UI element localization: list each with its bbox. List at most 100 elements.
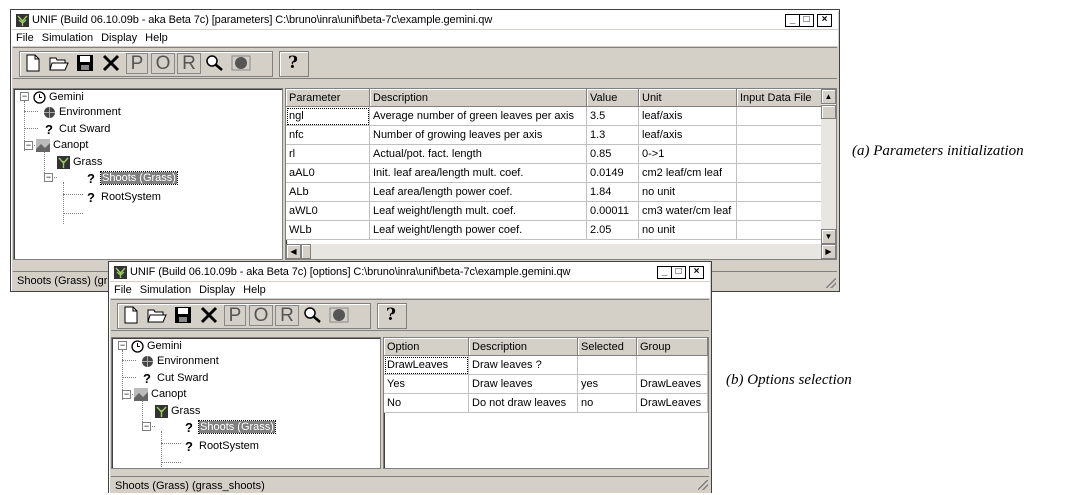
menu-display[interactable]: Display (97, 32, 141, 44)
scroll-left-icon[interactable]: ◀ (286, 244, 301, 259)
cell[interactable] (736, 182, 834, 202)
cell[interactable]: ngl (286, 106, 370, 126)
table-row[interactable]: aAL0 Init. leaf area/length mult. coef. 0.… (286, 163, 834, 183)
cell[interactable]: no unit (638, 182, 737, 202)
cell[interactable] (736, 201, 834, 221)
scroll-down-icon[interactable]: ▼ (821, 229, 836, 244)
table-row[interactable]: No Do not draw leaves no DrawLeaves (384, 393, 708, 413)
expander-grass[interactable]: − (142, 422, 151, 431)
delete-x-icon[interactable] (99, 52, 123, 74)
new-file-icon[interactable] (119, 304, 143, 326)
expander-canopt[interactable]: − (122, 390, 131, 399)
column-header-unit[interactable]: Unit (638, 89, 737, 107)
cell[interactable]: DrawLeaves (384, 355, 469, 375)
cell[interactable]: Draw leaves (468, 374, 578, 394)
tree-node-shoots[interactable]: ? Shoots (Grass) (182, 420, 276, 435)
title-bar[interactable]: UNIF (Build 06.10.09b - aka Beta 7c) [op… (110, 263, 710, 281)
tree-node-cut-sward[interactable]: ? Cut Sward (42, 122, 110, 137)
cell[interactable] (736, 106, 834, 126)
title-bar[interactable]: UNIF (Build 06.10.09b - aka Beta 7c) [pa… (12, 11, 838, 29)
delete-x-icon[interactable] (197, 304, 221, 326)
cell[interactable]: aAL0 (286, 163, 370, 183)
open-folder-icon[interactable] (145, 304, 169, 326)
results-mode-button[interactable]: R (275, 304, 299, 326)
cell[interactable]: yes (577, 374, 637, 394)
close-icon[interactable]: × (689, 265, 704, 279)
scroll-thumb-h[interactable] (301, 244, 311, 259)
cell[interactable]: cm2 leaf/cm leaf (638, 163, 737, 183)
parameters-mode-button[interactable]: P (223, 304, 247, 326)
table-row[interactable]: rl Actual/pot. fact. length 0.85 0->1 (286, 144, 834, 164)
tree-node-grass[interactable]: Grass (154, 404, 200, 418)
cell[interactable]: Actual/pot. fact. length (369, 144, 587, 164)
menu-simulation[interactable]: Simulation (136, 284, 195, 296)
tree-node-environment[interactable]: Environment (42, 105, 121, 119)
cell[interactable]: WLb (286, 220, 370, 240)
minimize-icon[interactable]: _ (657, 265, 672, 279)
cell[interactable] (577, 355, 637, 375)
cell[interactable]: Average number of green leaves per axis (369, 106, 587, 126)
menu-display[interactable]: Display (195, 284, 239, 296)
tree-node-gemini[interactable]: Gemini (32, 90, 84, 104)
cell[interactable] (736, 220, 834, 240)
options-mode-button[interactable]: O (150, 52, 176, 74)
resize-grip[interactable] (698, 480, 708, 490)
scroll-up-icon[interactable]: ▲ (821, 89, 836, 104)
tree-node-cut-sward[interactable]: ? Cut Sward (140, 371, 208, 386)
cell[interactable]: 0->1 (638, 144, 737, 164)
stop-record-icon[interactable] (327, 304, 351, 326)
menu-simulation[interactable]: Simulation (38, 32, 97, 44)
column-header-description[interactable]: Description (468, 338, 578, 356)
scroll-right-icon[interactable]: ▶ (821, 244, 836, 259)
cell[interactable]: no (577, 393, 637, 413)
column-header-option[interactable]: Option (384, 338, 469, 356)
parameters-mode-button[interactable]: P (125, 52, 149, 74)
menu-file[interactable]: File (110, 284, 136, 296)
cell[interactable]: 0.0149 (586, 163, 639, 183)
cell[interactable]: Yes (384, 374, 469, 394)
cell[interactable]: leaf/axis (638, 106, 737, 126)
options-mode-button[interactable]: O (248, 304, 274, 326)
tree-node-grass[interactable]: Grass (56, 155, 102, 169)
cell[interactable]: 1.3 (586, 125, 639, 145)
menu-file[interactable]: File (12, 32, 38, 44)
cell[interactable]: leaf/axis (638, 125, 737, 145)
maximize-icon[interactable]: □ (671, 265, 686, 279)
tree-node-rootsystem[interactable]: ? RootSystem (84, 190, 161, 205)
cell[interactable]: Do not draw leaves (468, 393, 578, 413)
cell[interactable]: No (384, 393, 469, 413)
cell[interactable]: 2.05 (586, 220, 639, 240)
close-icon[interactable]: × (817, 13, 832, 27)
save-disk-icon[interactable] (73, 52, 97, 74)
minimize-icon[interactable]: _ (785, 13, 800, 27)
column-header-value[interactable]: Value (586, 89, 639, 107)
cell[interactable]: 3.5 (586, 106, 639, 126)
help-question-icon[interactable]: ? (281, 52, 305, 74)
cell[interactable]: Leaf weight/length power coef. (369, 220, 587, 240)
cell[interactable]: rl (286, 144, 370, 164)
cell[interactable]: DrawLeaves (636, 393, 708, 413)
tree-node-canopt[interactable]: Canopt (36, 138, 88, 152)
cell[interactable] (636, 355, 708, 375)
cell[interactable]: DrawLeaves (636, 374, 708, 394)
magnifier-icon[interactable] (203, 52, 227, 74)
horizontal-scrollbar[interactable]: ◀ ▶ (286, 244, 836, 259)
cell[interactable] (736, 163, 834, 183)
cell[interactable] (736, 144, 834, 164)
column-header-selected[interactable]: Selected (577, 338, 637, 356)
tree-node-environment[interactable]: Environment (140, 354, 219, 368)
magnifier-icon[interactable] (301, 304, 325, 326)
column-header-input-data-file[interactable]: Input Data File (736, 89, 834, 107)
save-disk-icon[interactable] (171, 304, 195, 326)
cell[interactable]: 1.84 (586, 182, 639, 202)
table-row[interactable]: ngl Average number of green leaves per ax… (286, 106, 834, 126)
column-header-description[interactable]: Description (369, 89, 587, 107)
tree-node-gemini[interactable]: Gemini (130, 339, 182, 353)
cell[interactable]: Leaf weight/length mult. coef. (369, 201, 587, 221)
cell[interactable]: nfc (286, 125, 370, 145)
cell[interactable]: no unit (638, 220, 737, 240)
tree-node-canopt[interactable]: Canopt (134, 387, 186, 401)
maximize-icon[interactable]: □ (799, 13, 814, 27)
cell[interactable]: 0.85 (586, 144, 639, 164)
cell[interactable] (736, 125, 834, 145)
